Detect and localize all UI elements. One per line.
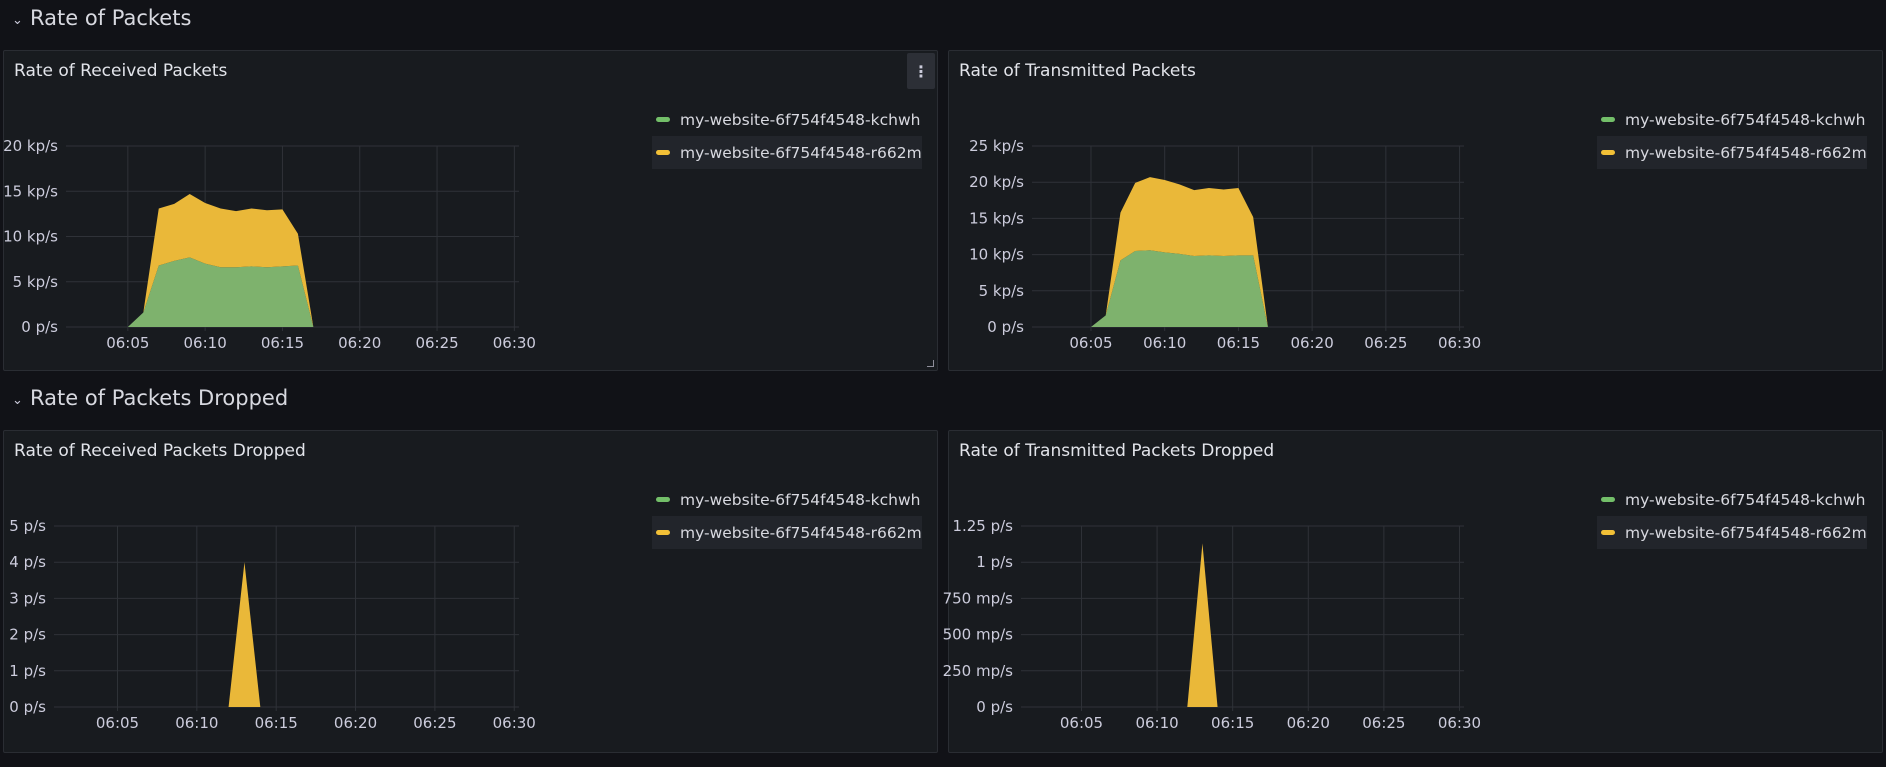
area-series-r662m (1187, 543, 1218, 707)
legend-swatch (1601, 497, 1615, 502)
chevron-down-icon: ⌄ (12, 12, 23, 28)
legend-label: my-website-6f754f4548-kchwh (1625, 490, 1866, 509)
legend-swatch (656, 150, 670, 155)
y-tick-label: 20 kp/s (3, 137, 58, 155)
legend-swatch (1601, 117, 1615, 122)
y-tick-label: 0 p/s (987, 318, 1024, 336)
x-tick-label: 06:15 (1217, 334, 1260, 352)
chart-transmitted-packets-dropped: 0 p/s 250 mp/s 500 mp/s 750 mp/s 1 p/s 1.25 p… (943, 517, 1481, 732)
panel-received-packets: Rate of Received Packets ⋮ 0 p/s 5 kp/s 10… (3, 50, 938, 371)
legend-swatch (1601, 150, 1615, 155)
x-tick-label: 06:25 (1364, 334, 1407, 352)
x-tick-label: 06:25 (415, 334, 458, 352)
y-tick-label: 20 kp/s (969, 173, 1024, 191)
panel-menu-button[interactable]: ⋮ (907, 53, 935, 89)
chart-received-packets-dropped: 0 p/s 1 p/s 2 p/s 3 p/s 4 p/s 5 p/s 06:05 06:10… (9, 517, 536, 732)
legend-item-kchwh[interactable]: my-website-6f754f4548-kchwh (652, 103, 922, 136)
x-tick-label: 06:15 (1211, 714, 1254, 732)
y-tick-label: 0 p/s (21, 318, 58, 336)
x-tick-label: 06:30 (1438, 714, 1481, 732)
row-title: Rate of Packets Dropped (30, 386, 289, 410)
legend-item-r662m[interactable]: my-website-6f754f4548-r662m (652, 516, 922, 549)
x-tick-label: 06:30 (493, 714, 536, 732)
x-tick-label: 06:20 (334, 714, 377, 732)
x-tick-label: 06:30 (493, 334, 536, 352)
y-tick-label: 5 kp/s (13, 273, 59, 291)
y-tick-label: 750 mp/s (943, 589, 1014, 607)
y-tick-label: 2 p/s (9, 626, 46, 644)
y-tick-label: 25 kp/s (969, 137, 1024, 155)
x-tick-label: 06:25 (413, 714, 456, 732)
legend-label: my-website-6f754f4548-kchwh (680, 490, 921, 509)
chart-transmitted-packets: 0 p/s 5 kp/s 10 kp/s 15 kp/s 20 kp/s 25 kp/s 0… (969, 137, 1481, 352)
y-tick-label: 10 kp/s (969, 246, 1024, 264)
y-tick-label: 5 kp/s (979, 282, 1025, 300)
legend-label: my-website-6f754f4548-r662m (680, 523, 922, 542)
panel-received-packets-dropped: Rate of Received Packets Dropped 0 p/s 1 … (3, 430, 938, 753)
x-tick-label: 06:05 (106, 334, 149, 352)
legend: my-website-6f754f4548-kchwh my-website-6… (1597, 483, 1867, 549)
legend-label: my-website-6f754f4548-kchwh (1625, 110, 1866, 129)
x-tick-label: 06:20 (338, 334, 381, 352)
legend-item-kchwh[interactable]: my-website-6f754f4548-kchwh (1597, 103, 1867, 136)
x-tick-label: 06:20 (1291, 334, 1334, 352)
legend-swatch (656, 530, 670, 535)
legend-label: my-website-6f754f4548-r662m (680, 143, 922, 162)
y-tick-label: 0 p/s (9, 698, 46, 716)
legend-swatch (1601, 530, 1615, 535)
x-tick-label: 06:20 (1287, 714, 1330, 732)
x-tick-label: 06:10 (1143, 334, 1186, 352)
panel-title: Rate of Transmitted Packets Dropped (959, 441, 1275, 461)
legend-label: my-website-6f754f4548-r662m (1625, 143, 1867, 162)
x-tick-label: 06:05 (1069, 334, 1112, 352)
legend-item-r662m[interactable]: my-website-6f754f4548-r662m (1597, 516, 1867, 549)
y-tick-label: 1.25 p/s (952, 517, 1013, 535)
legend-label: my-website-6f754f4548-kchwh (680, 110, 921, 129)
y-tick-label: 250 mp/s (943, 662, 1014, 680)
row-title: Rate of Packets (30, 6, 192, 30)
panel-title: Rate of Transmitted Packets (959, 61, 1196, 81)
legend-swatch (656, 497, 670, 502)
panel-transmitted-packets: Rate of Transmitted Packets 0 p/s 5 kp/s 1… (948, 50, 1883, 371)
legend: my-website-6f754f4548-kchwh my-website-6… (652, 483, 922, 549)
panel-title: Rate of Received Packets Dropped (14, 441, 306, 461)
y-tick-label: 4 p/s (9, 553, 46, 571)
row-header-packets-dropped[interactable]: ⌄ Rate of Packets Dropped (12, 386, 288, 410)
legend: my-website-6f754f4548-kchwh my-website-6… (1597, 103, 1867, 169)
legend-item-kchwh[interactable]: my-website-6f754f4548-kchwh (652, 483, 922, 516)
panel-transmitted-packets-dropped: Rate of Transmitted Packets Dropped 0 p/… (943, 430, 1883, 753)
x-tick-label: 06:10 (175, 714, 218, 732)
y-tick-label: 15 kp/s (969, 209, 1024, 227)
row-header-packets[interactable]: ⌄ Rate of Packets (12, 6, 191, 30)
x-tick-label: 06:15 (261, 334, 304, 352)
x-tick-label: 06:10 (1135, 714, 1178, 732)
legend: my-website-6f754f4548-kchwh my-website-6… (652, 103, 922, 169)
y-tick-label: 15 kp/s (3, 182, 58, 200)
legend-item-r662m[interactable]: my-website-6f754f4548-r662m (1597, 136, 1867, 169)
x-tick-label: 06:25 (1362, 714, 1405, 732)
resize-handle[interactable] (927, 360, 934, 367)
legend-item-kchwh[interactable]: my-website-6f754f4548-kchwh (1597, 483, 1867, 516)
chevron-down-icon: ⌄ (12, 392, 23, 408)
legend-label: my-website-6f754f4548-r662m (1625, 523, 1867, 542)
y-tick-label: 1 p/s (9, 662, 46, 680)
y-tick-label: 500 mp/s (943, 626, 1014, 644)
x-tick-label: 06:15 (255, 714, 298, 732)
kebab-vertical-icon: ⋮ (913, 61, 929, 81)
x-tick-label: 06:10 (184, 334, 227, 352)
y-tick-label: 3 p/s (9, 589, 46, 607)
y-tick-label: 10 kp/s (3, 228, 58, 246)
y-tick-label: 5 p/s (9, 517, 46, 535)
panel-title: Rate of Received Packets (14, 61, 228, 81)
y-tick-label: 1 p/s (976, 553, 1013, 571)
x-tick-label: 06:05 (96, 714, 139, 732)
legend-item-r662m[interactable]: my-website-6f754f4548-r662m (652, 136, 922, 169)
x-tick-label: 06:30 (1438, 334, 1481, 352)
x-tick-label: 06:05 (1060, 714, 1103, 732)
y-tick-label: 0 p/s (976, 698, 1013, 716)
chart-received-packets: 0 p/s 5 kp/s 10 kp/s 15 kp/s 20 kp/s 06:05 06:… (3, 137, 536, 352)
legend-swatch (656, 117, 670, 122)
